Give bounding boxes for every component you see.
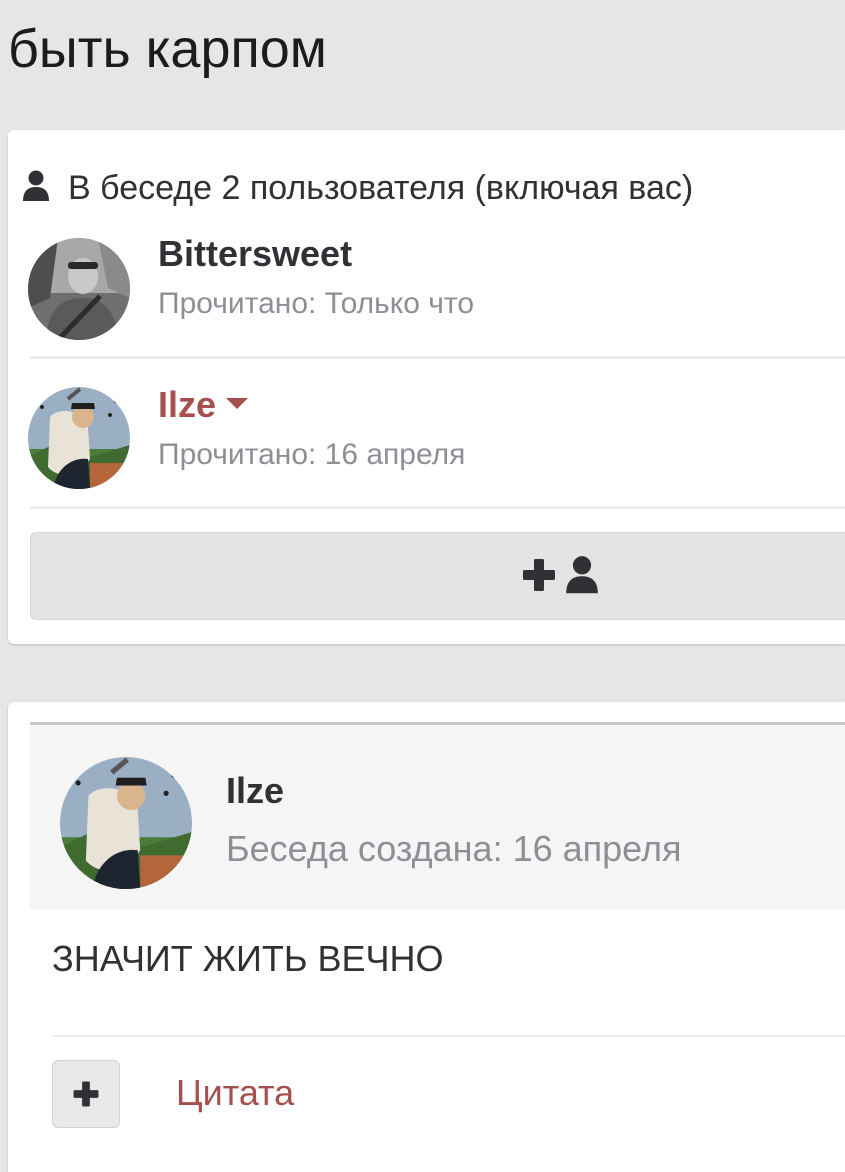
- participant-name[interactable]: Bittersweet: [158, 232, 352, 276]
- message-author[interactable]: Ilze: [226, 769, 284, 813]
- participant-name-text[interactable]: Ilze: [158, 384, 216, 425]
- plus-icon: [523, 559, 555, 591]
- add-participant-icons: [521, 555, 599, 595]
- message-created-date: Беседа создана: 16 апреля: [226, 828, 682, 869]
- participants-header: В беседе 2 пользователя (включая вас): [22, 166, 693, 210]
- participant-item: Ilze Прочитано: 16 апреля: [24, 383, 845, 533]
- divider: [30, 506, 845, 509]
- participants-count-text: В беседе 2 пользователя (включая вас): [68, 168, 694, 207]
- caret-down-icon[interactable]: [226, 397, 249, 409]
- user-icon: [566, 556, 598, 594]
- quote-link[interactable]: Цитата: [176, 1070, 294, 1116]
- participant-name[interactable]: Ilze: [158, 383, 249, 427]
- participant-read-status: Прочитано: Только что: [158, 287, 475, 320]
- avatar[interactable]: [28, 387, 130, 489]
- participant-read-status: Прочитано: 16 апреля: [158, 438, 466, 471]
- user-icon: [23, 170, 49, 201]
- divider: [52, 1035, 845, 1037]
- divider: [30, 356, 845, 359]
- multi-quote-button[interactable]: [52, 1060, 120, 1128]
- avatar[interactable]: [28, 238, 130, 340]
- avatar[interactable]: [60, 757, 192, 889]
- plus-icon: [73, 1081, 99, 1107]
- participant-item: Bittersweet Прочитано: Только что: [24, 232, 845, 382]
- add-participant-button[interactable]: [30, 532, 845, 620]
- page-title: быть карпом: [8, 19, 327, 79]
- message-body: ЗНАЧИТ ЖИТЬ ВЕЧНО: [52, 938, 444, 979]
- message-header: Ilze Беседа создана: 16 апреля: [30, 722, 845, 909]
